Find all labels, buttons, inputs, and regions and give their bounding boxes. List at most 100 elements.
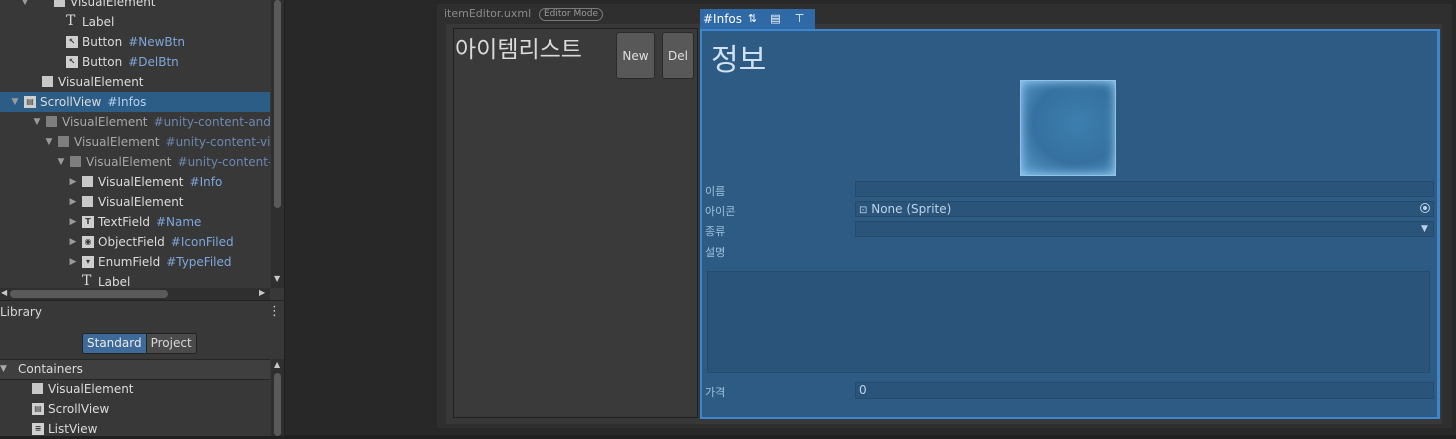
- library-tabs: Standard Project: [82, 333, 197, 354]
- hierarchy-row[interactable]: ▶ ◉ ObjectField #IconFiled: [0, 232, 270, 252]
- expand-arrow-icon[interactable]: ▼: [32, 112, 42, 132]
- library-item-listview[interactable]: ≡ ListView: [0, 419, 270, 439]
- selection-tag-label: #Infos: [703, 12, 743, 26]
- library-scroll-thumb[interactable]: [274, 373, 281, 436]
- hierarchy-vertical-scrollbar[interactable]: ▼: [271, 0, 284, 288]
- hierarchy-row-label: VisualElement #unity-content-and: [62, 112, 270, 132]
- hierarchy-row-label: VisualElement #unity-content-vi: [74, 132, 270, 152]
- library-item-label: VisualElement: [48, 382, 134, 396]
- library-title: Library: [0, 305, 42, 319]
- visualelement-icon: [70, 156, 81, 167]
- visualelement-icon: [42, 76, 53, 87]
- hierarchy-row[interactable]: ▶ ▾ EnumField #TypeFiled: [0, 252, 270, 272]
- hierarchy-row-label: VisualElement #Info: [98, 172, 222, 192]
- hierarchy-row[interactable]: VisualElement: [0, 72, 270, 92]
- hierarchy-row[interactable]: ▶ VisualElement: [0, 192, 270, 212]
- element-id: #Infos: [107, 95, 147, 109]
- align-top-icon[interactable]: ⊤: [792, 11, 807, 26]
- chevron-down-icon[interactable]: ▼: [1421, 224, 1428, 234]
- item-icon-preview: [1020, 80, 1116, 176]
- document-title: itemEditor.uxml: [444, 7, 532, 20]
- library-vertical-scrollbar[interactable]: ▲: [271, 359, 284, 436]
- element-type: VisualElement: [58, 75, 144, 89]
- enumfield-icon: ▾: [82, 256, 94, 268]
- name-field[interactable]: [855, 181, 1434, 197]
- hierarchy-row-label: VisualElement #unity-content-: [86, 152, 270, 172]
- library-item-label: ScrollView: [48, 402, 110, 416]
- hierarchy-row-label: Label: [82, 12, 114, 32]
- type-enum-field[interactable]: [855, 221, 1434, 237]
- element-type: VisualElement: [62, 115, 148, 129]
- collapse-arrow-icon[interactable]: ▶: [68, 232, 78, 252]
- expand-arrow-icon[interactable]: ▼: [10, 92, 20, 112]
- element-type: Button: [82, 55, 123, 69]
- objectfield-icon: ◉: [82, 236, 94, 248]
- library-panel: Library ⋮ Standard Project ▼ Containers …: [0, 300, 284, 436]
- collapse-arrow-icon[interactable]: ▶: [68, 212, 78, 232]
- element-type: Button: [82, 35, 123, 49]
- element-id: #unity-content-: [177, 155, 270, 169]
- hierarchy-row[interactable]: ↖ Button #NewBtn: [0, 32, 270, 52]
- expand-arrow-icon[interactable]: ▼: [0, 360, 7, 379]
- hierarchy-scroll-thumb[interactable]: [274, 0, 281, 208]
- section-label: Containers: [18, 362, 83, 376]
- expand-arrow-icon[interactable]: ▼: [20, 0, 30, 12]
- hierarchy-row[interactable]: ▼ ▤ ScrollView #Infos: [0, 92, 270, 112]
- collapse-arrow-icon[interactable]: ▶: [68, 192, 78, 212]
- hierarchy-row[interactable]: T Label: [0, 12, 270, 32]
- library-section-containers[interactable]: ▼ Containers: [0, 359, 270, 380]
- layout-icon[interactable]: ▤: [768, 11, 783, 26]
- hierarchy-row-label: Button #DelBtn: [82, 52, 179, 72]
- icon-object-field[interactable]: ⊡ None (Sprite): [855, 201, 1434, 217]
- hierarchy-horizontal-scrollbar[interactable]: ◀ ▶: [0, 288, 270, 300]
- price-field[interactable]: 0: [855, 382, 1434, 399]
- object-picker-icon[interactable]: [1420, 203, 1430, 213]
- visualelement-icon: [58, 136, 69, 147]
- library-item-label: ListView: [48, 422, 98, 436]
- move-down-icon[interactable]: ⇅: [745, 11, 760, 26]
- new-button[interactable]: New: [616, 32, 655, 79]
- hierarchy-row-label: VisualElement: [58, 72, 144, 92]
- scroll-down-arrow-icon[interactable]: ▼: [274, 274, 280, 283]
- hierarchy-hscroll-thumb[interactable]: [10, 290, 168, 298]
- library-item-scrollview[interactable]: ▤ ScrollView: [0, 399, 270, 419]
- element-id: #IconFiled: [170, 235, 234, 249]
- hierarchy-row[interactable]: ↖ Button #DelBtn: [0, 52, 270, 72]
- element-id: #TypeFiled: [166, 255, 232, 269]
- hierarchy-row-label: Button #NewBtn: [82, 32, 185, 52]
- scroll-left-arrow-icon[interactable]: ◀: [1, 288, 7, 297]
- element-id: #unity-content-vi: [165, 135, 270, 149]
- type-label: 종류: [705, 225, 726, 238]
- kebab-menu-icon[interactable]: ⋮: [268, 304, 281, 319]
- tab-standard[interactable]: Standard: [83, 334, 147, 353]
- expand-arrow-icon[interactable]: ▼: [56, 152, 66, 172]
- editor-mode-badge[interactable]: Editor Mode: [539, 8, 604, 21]
- element-type: VisualElement: [98, 195, 184, 209]
- element-type: TextField: [98, 215, 150, 229]
- collapse-arrow-icon[interactable]: ▶: [68, 252, 78, 272]
- hierarchy-row[interactable]: ▼ VisualElement #unity-content-: [0, 152, 270, 172]
- item-list-panel[interactable]: [453, 28, 698, 418]
- button-icon: ↖: [66, 36, 78, 48]
- visualelement-icon: [32, 383, 43, 394]
- sprite-icon: ⊡: [859, 205, 868, 216]
- hierarchy-row-label: VisualElement: [98, 192, 184, 212]
- hierarchy-row[interactable]: ▼ VisualElement #unity-content-and: [0, 112, 270, 132]
- hierarchy-row[interactable]: ▼ VisualElement: [0, 0, 270, 12]
- scroll-up-arrow-icon[interactable]: ▲: [274, 360, 280, 369]
- scroll-right-arrow-icon[interactable]: ▶: [259, 288, 265, 297]
- button-icon: ↖: [66, 56, 78, 68]
- tab-project[interactable]: Project: [146, 334, 196, 353]
- element-id: #DelBtn: [128, 55, 179, 69]
- expand-arrow-icon[interactable]: ▼: [44, 132, 54, 152]
- element-type: VisualElement: [70, 0, 156, 9]
- del-button[interactable]: Del: [662, 32, 694, 79]
- hierarchy-row[interactable]: ▼ VisualElement #unity-content-vi: [0, 132, 270, 152]
- hierarchy-row[interactable]: ▶ T TextField #Name: [0, 212, 270, 232]
- hierarchy-row[interactable]: ▶ VisualElement #Info: [0, 172, 270, 192]
- description-textarea[interactable]: [707, 271, 1430, 373]
- library-item-visualelement[interactable]: VisualElement: [0, 379, 270, 399]
- item-list-title[interactable]: 아이템리스트: [455, 30, 582, 64]
- info-title: 정보: [711, 43, 767, 78]
- collapse-arrow-icon[interactable]: ▶: [68, 172, 78, 192]
